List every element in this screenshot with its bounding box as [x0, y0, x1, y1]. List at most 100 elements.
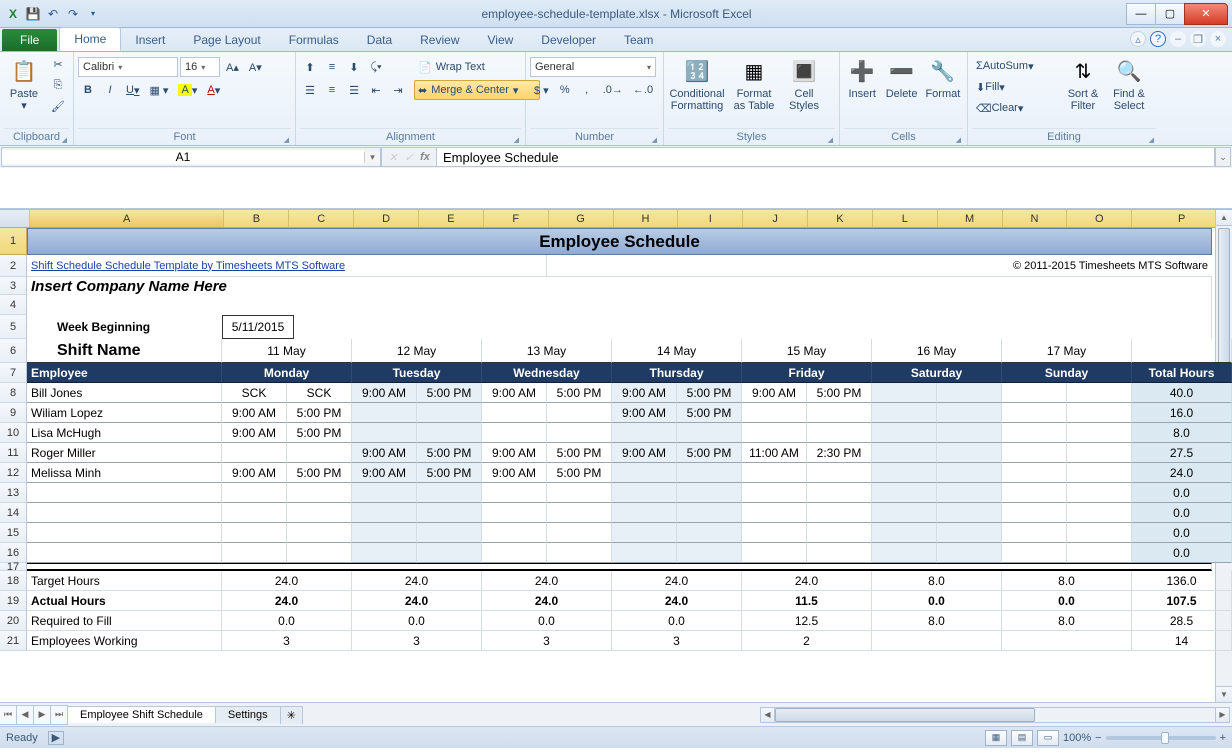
shift-cell[interactable] [417, 523, 482, 543]
help-icon[interactable]: ? [1150, 31, 1166, 47]
shift-cell[interactable]: 5:00 PM [677, 383, 742, 403]
shift-cell[interactable] [352, 403, 417, 423]
shift-cell[interactable]: 9:00 AM [742, 383, 807, 403]
col-G[interactable]: G [549, 210, 614, 227]
blank[interactable] [1132, 339, 1232, 363]
summary-value[interactable]: 2 [742, 631, 872, 651]
format-cells-button[interactable]: 🔧Format [923, 54, 963, 102]
shift-cell[interactable]: SCK [222, 383, 287, 403]
conditional-formatting-button[interactable]: 🔢Conditional Formatting [668, 54, 726, 114]
template-link[interactable]: Shift Schedule Schedule Template by Time… [27, 255, 547, 277]
shift-cell[interactable] [547, 523, 612, 543]
clear-button[interactable]: ⌫ Clear ▾ [972, 98, 1058, 118]
fill-button[interactable]: ⬇ Fill ▾ [972, 77, 1058, 97]
shift-cell[interactable] [807, 483, 872, 503]
cells-grid[interactable]: Employee ScheduleShift Schedule Schedule… [27, 228, 1232, 651]
shift-cell[interactable] [1067, 503, 1132, 523]
shift-cell[interactable] [807, 503, 872, 523]
shift-cell[interactable] [937, 383, 1002, 403]
horizontal-scrollbar[interactable]: ◀ ▶ [760, 707, 1230, 723]
shift-cell[interactable] [352, 503, 417, 523]
employee-name[interactable]: Melissa Minh [27, 463, 222, 483]
shift-cell[interactable]: 9:00 AM [352, 443, 417, 463]
cell-styles-button[interactable]: 🔳Cell Styles [782, 54, 826, 114]
shift-cell[interactable]: 5:00 PM [417, 443, 482, 463]
summary-value[interactable]: 8.0 [1002, 611, 1132, 631]
blank[interactable] [294, 315, 1212, 339]
expand-formula-bar-icon[interactable]: ⌄ [1215, 147, 1231, 167]
employee-name[interactable]: Lisa McHugh [27, 423, 222, 443]
find-select-button[interactable]: 🔍Find & Select [1108, 54, 1150, 114]
cut-icon[interactable]: ✂ [47, 54, 69, 74]
shift-cell[interactable] [807, 403, 872, 423]
summary-value[interactable]: 8.0 [1002, 571, 1132, 591]
row-8[interactable]: 8 [0, 383, 27, 403]
shift-cell[interactable]: 9:00 AM [482, 463, 547, 483]
align-right-icon[interactable]: ☰ [344, 80, 364, 100]
shift-cell[interactable] [677, 463, 742, 483]
increase-decimal-icon[interactable]: .0→ [599, 80, 627, 100]
blank[interactable] [27, 295, 1212, 315]
zoom-level[interactable]: 100% [1063, 732, 1091, 744]
header-day[interactable]: Wednesday [482, 363, 612, 383]
header-day[interactable]: Monday [222, 363, 352, 383]
shift-cell[interactable] [1067, 463, 1132, 483]
enter-formula-icon[interactable]: ✓ [402, 151, 416, 164]
comma-format-icon[interactable]: , [577, 80, 597, 100]
shift-cell[interactable] [742, 403, 807, 423]
shift-cell[interactable] [677, 483, 742, 503]
total-hours[interactable]: 0.0 [1132, 523, 1232, 543]
day-date[interactable]: 17 May [1002, 339, 1132, 363]
name-box-dropdown-icon[interactable]: ▾ [364, 152, 380, 163]
bold-button[interactable]: B [78, 80, 98, 100]
employee-name[interactable]: Bill Jones [27, 383, 222, 403]
summary-value[interactable]: 24.0 [352, 571, 482, 591]
minimize-button[interactable]: — [1126, 3, 1156, 25]
shift-cell[interactable]: 9:00 AM [612, 443, 677, 463]
header-day[interactable]: Friday [742, 363, 872, 383]
day-date[interactable]: 11 May [222, 339, 352, 363]
shift-cell[interactable]: 5:00 PM [287, 423, 352, 443]
summary-label[interactable]: Target Hours [27, 571, 222, 591]
gap[interactable] [27, 563, 1212, 571]
shift-cell[interactable]: 9:00 AM [612, 403, 677, 423]
row-9[interactable]: 9 [0, 403, 27, 423]
row-10[interactable]: 10 [0, 423, 27, 443]
scroll-up-icon[interactable]: ▲ [1216, 210, 1232, 226]
shift-cell[interactable] [417, 543, 482, 563]
shift-name[interactable]: Shift Name [27, 339, 222, 363]
col-E[interactable]: E [419, 210, 484, 227]
employee-name[interactable]: Wiliam Lopez [27, 403, 222, 423]
page-break-view-icon[interactable]: ▭ [1037, 730, 1059, 746]
shift-cell[interactable]: 5:00 PM [547, 443, 612, 463]
shift-cell[interactable] [1067, 383, 1132, 403]
shift-cell[interactable] [937, 443, 1002, 463]
row-7[interactable]: 7 [0, 363, 27, 383]
col-H[interactable]: H [614, 210, 679, 227]
shift-cell[interactable] [1067, 523, 1132, 543]
zoom-out-icon[interactable]: − [1095, 732, 1101, 744]
summary-label[interactable]: Actual Hours [27, 591, 222, 611]
shift-cell[interactable] [547, 403, 612, 423]
page-layout-view-icon[interactable]: ▤ [1011, 730, 1033, 746]
shift-cell[interactable]: 5:00 PM [287, 403, 352, 423]
header-day[interactable]: Thursday [612, 363, 742, 383]
shift-cell[interactable] [1002, 423, 1067, 443]
summary-label[interactable]: Employees Working [27, 631, 222, 651]
shift-cell[interactable] [677, 423, 742, 443]
day-date[interactable]: 16 May [872, 339, 1002, 363]
row-19[interactable]: 19 [0, 591, 27, 611]
shift-cell[interactable]: 9:00 AM [222, 403, 287, 423]
employee-name[interactable] [27, 523, 222, 543]
total-hours[interactable]: 24.0 [1132, 463, 1232, 483]
header-employee[interactable]: Employee [27, 363, 222, 383]
shift-cell[interactable] [612, 463, 677, 483]
summary-value[interactable]: 3 [352, 631, 482, 651]
day-date[interactable]: 13 May [482, 339, 612, 363]
summary-value[interactable]: 0.0 [482, 611, 612, 631]
shift-cell[interactable]: 5:00 PM [417, 463, 482, 483]
shift-cell[interactable]: 5:00 PM [547, 383, 612, 403]
summary-value[interactable]: 8.0 [872, 571, 1002, 591]
name-box-input[interactable] [2, 150, 364, 164]
banner-title[interactable]: Employee Schedule [27, 228, 1212, 255]
